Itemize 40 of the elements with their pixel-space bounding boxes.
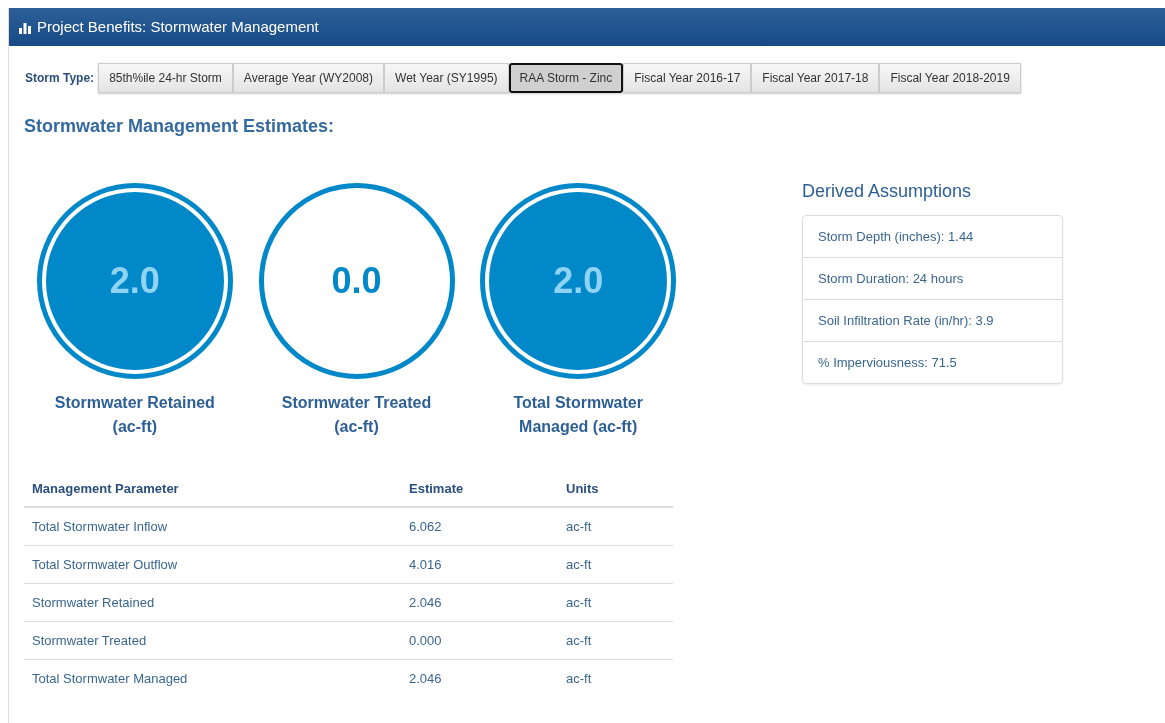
table-cell: Stormwater Retained: [32, 595, 155, 610]
column-header: Estimate: [409, 480, 464, 496]
storm-type-label: Storm Type:: [25, 70, 95, 87]
table-cell: 0.000: [409, 633, 442, 648]
table-cell: ac-ft: [566, 519, 592, 535]
table-cell: Total Stormwater Outflow: [32, 557, 178, 572]
table-cell: 2.046: [409, 595, 442, 610]
table-cell: Stormwater Treated: [32, 633, 147, 648]
panel-title: Project Benefits: Stormwater Management: [37, 16, 319, 37]
table-cell: Total Stormwater Inflow: [32, 519, 168, 535]
gauge-value: 0.0: [331, 259, 382, 303]
gauge-value: 2.0: [109, 259, 160, 303]
gauge-label: Stormwater Treated (ac-ft): [280, 393, 433, 437]
table-cell: 6.062: [409, 519, 442, 535]
assumption-item: % Imperviousness: 71.5: [818, 353, 957, 372]
gauge-label: Stormwater Retained (ac-ft): [53, 393, 216, 437]
storm-type-tab[interactable]: Fiscal Year 2016-17: [623, 63, 752, 93]
assumption-item: Storm Duration: 24 hours: [818, 269, 964, 288]
storm-type-tab[interactable]: Fiscal Year 2018-2019: [879, 63, 1021, 93]
storm-type-tab[interactable]: Wet Year (SY1995): [384, 63, 509, 93]
section-heading: Stormwater Management Estimates:: [24, 115, 336, 138]
table-cell: 2.046: [409, 671, 442, 687]
gauge-value: 2.0: [553, 259, 604, 303]
assumption-item: Storm Depth (inches): 1.44: [818, 227, 974, 246]
storm-type-tab[interactable]: RAA Storm - Zinc: [508, 63, 624, 93]
storm-type-tab[interactable]: Average Year (WY2008): [232, 63, 385, 93]
table-cell: ac-ft: [566, 595, 592, 610]
assumptions-title: Derived Assumptions: [802, 180, 973, 203]
storm-type-tab[interactable]: Fiscal Year 2017-18: [751, 63, 880, 93]
table-cell: ac-ft: [566, 557, 592, 572]
gauge-label: Total Stormwater Managed (ac-ft): [512, 393, 644, 437]
storm-type-tab[interactable]: 85th%ile 24-hr Storm: [98, 63, 233, 93]
bar-chart-icon: [19, 20, 33, 34]
table-cell: 4.016: [409, 557, 442, 572]
column-header: Management Parameter: [32, 480, 179, 496]
table-cell: ac-ft: [566, 633, 592, 648]
assumption-item: Soil Infiltration Rate (in/hr): 3.9: [818, 311, 994, 330]
table-cell: ac-ft: [566, 671, 592, 687]
column-header: Units: [566, 480, 599, 496]
table-cell: Total Stormwater Managed: [32, 671, 188, 687]
